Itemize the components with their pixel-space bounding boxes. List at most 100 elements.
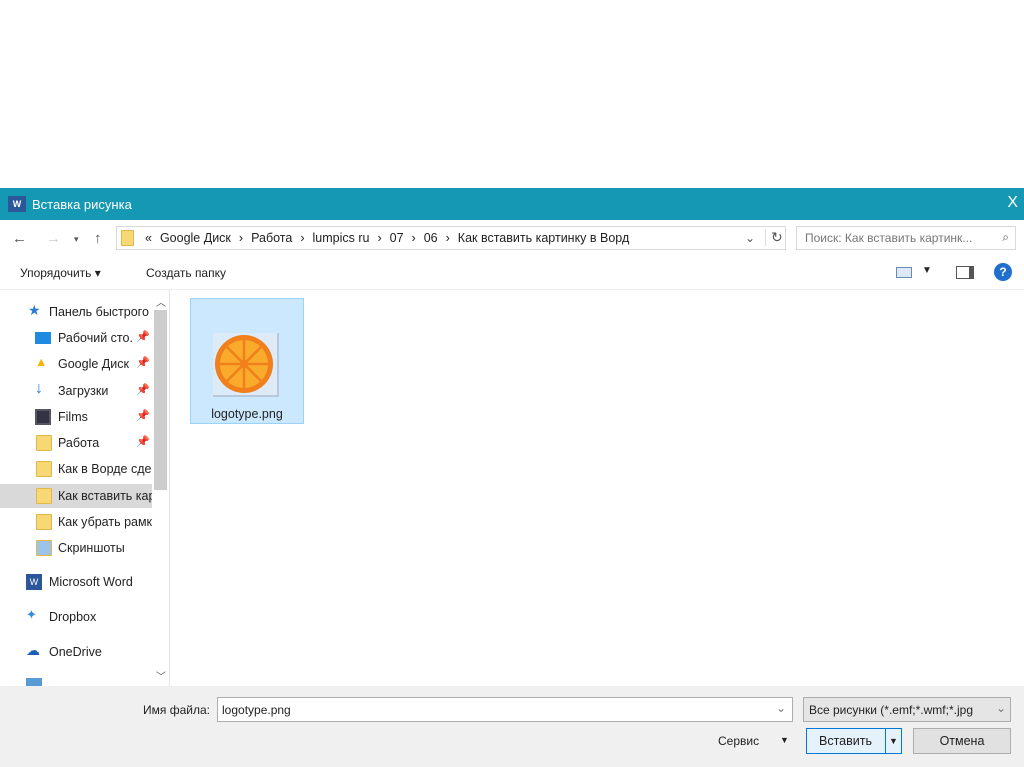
nav-item-desktop[interactable]: Рабочий сто. 📌 [0, 326, 152, 350]
breadcrumb: « Google Диск › Работа › lumpics ru › 07 › 06 › Как… [145, 231, 637, 245]
pictures-folder-icon [36, 540, 52, 556]
nav-item-quick-access[interactable]: ★ Панель быстрого [0, 300, 152, 324]
folder-icon [36, 461, 52, 477]
nav-item-screenshots[interactable]: Скриншоты [0, 536, 152, 560]
nav-item-folder-selected[interactable]: Как вставить кар [0, 484, 152, 508]
breadcrumb-sep[interactable]: › [300, 231, 304, 245]
word-icon: W [8, 196, 26, 212]
star-icon: ★ [28, 302, 41, 318]
film-icon [35, 409, 51, 425]
chevron-down-icon: ⌄ [995, 701, 1006, 715]
back-icon[interactable]: ← [12, 230, 27, 247]
forward-icon[interactable]: → [46, 230, 61, 247]
pin-icon[interactable]: 📌 [136, 435, 150, 448]
file-type-select[interactable]: Все рисунки (*.emf;*.wmf;*.jpg ⌄ [803, 697, 1011, 722]
cancel-button[interactable]: Отмена [913, 728, 1011, 754]
title-bar: Вставка рисунка X [0, 188, 1024, 220]
filename-label: Имя файла: [143, 703, 210, 717]
computer-icon [26, 678, 42, 686]
insert-button[interactable]: Вставить ▼ [806, 728, 902, 754]
search-placeholder: Поиск: Как вставить картинк... [805, 231, 973, 245]
nav-label: Microsoft Word [49, 575, 133, 589]
pin-icon[interactable]: 📌 [136, 409, 150, 422]
navigation-pane: ★ Панель быстрого Рабочий сто. 📌 ▲ Google Д… [0, 290, 170, 686]
refresh-icon[interactable]: ↻ [765, 229, 783, 246]
file-type-value: Все рисунки (*.emf;*.wmf;*.jpg [809, 703, 973, 717]
tools-dropdown-icon[interactable]: ▼ [780, 735, 789, 745]
recent-dropdown-icon[interactable]: ▾ [74, 234, 79, 245]
scrollbar-thumb[interactable] [154, 310, 167, 490]
nav-label: Загрузки [58, 384, 109, 398]
bottom-panel: Имя файла: logotype.png ⌄ Все рисунки (*… [0, 686, 1024, 767]
breadcrumb-overflow[interactable]: « [145, 231, 152, 245]
view-icon[interactable] [896, 267, 912, 278]
nav-item-rabota[interactable]: Работа 📌 [0, 431, 152, 455]
insert-dropdown-icon[interactable]: ▼ [885, 729, 901, 753]
nav-label: Как в Ворде сде [58, 462, 152, 476]
nav-label: Как вставить кар [58, 489, 152, 503]
desktop-icon [35, 332, 51, 344]
search-input[interactable]: Поиск: Как вставить картинк... ⌕ [796, 226, 1016, 250]
pin-icon[interactable]: 📌 [136, 383, 150, 396]
nav-item-folder[interactable]: Как в Ворде сде [0, 457, 152, 481]
nav-item-dropbox[interactable]: ✦ Dropbox [0, 605, 152, 629]
organize-button[interactable]: Упорядочить ▾ [20, 266, 101, 280]
nav-label: Dropbox [49, 610, 97, 624]
nav-item-google-drive[interactable]: ▲ Google Диск 📌 [0, 352, 152, 376]
window-title: Вставка рисунка [32, 197, 132, 212]
file-name: logotype.png [211, 407, 283, 421]
nav-item-microsoft-word[interactable]: W Microsoft Word [0, 570, 152, 594]
file-item[interactable]: logotype.png [190, 298, 304, 424]
thumbnail [213, 333, 279, 397]
chevron-down-icon[interactable]: ⌄ [776, 701, 786, 715]
address-input[interactable]: « Google Диск › Работа › lumpics ru › 07 › 06 › Как… [116, 226, 786, 250]
filename-value: logotype.png [222, 703, 291, 717]
filename-input[interactable]: logotype.png ⌄ [217, 697, 793, 722]
chevron-down-icon[interactable]: ⌄ [745, 231, 755, 245]
breadcrumb-item[interactable]: Работа [251, 231, 292, 245]
folder-icon [36, 435, 52, 451]
tools-button[interactable]: Сервис [718, 734, 759, 748]
scroll-down-icon[interactable]: ﹀ [156, 668, 166, 683]
nav-item-folder[interactable]: Как убрать рамк [0, 510, 152, 534]
folder-icon [121, 230, 134, 246]
folder-icon [36, 514, 52, 530]
breadcrumb-sep[interactable]: › [446, 231, 450, 245]
nav-label: Films [58, 410, 88, 424]
dropbox-icon: ✦ [26, 607, 37, 622]
search-icon: ⌕ [1002, 230, 1009, 244]
breadcrumb-sep[interactable]: › [412, 231, 416, 245]
breadcrumb-sep[interactable]: › [239, 231, 243, 245]
nav-label: Рабочий сто. [58, 331, 133, 345]
breadcrumb-item[interactable]: lumpics ru [313, 231, 370, 245]
help-icon[interactable]: ? [994, 263, 1012, 281]
breadcrumb-sep[interactable]: › [377, 231, 381, 245]
breadcrumb-item[interactable]: 06 [424, 231, 438, 245]
up-icon[interactable]: ↑ [94, 230, 102, 247]
nav-label: Скриншоты [58, 541, 125, 555]
nav-label: Работа [58, 436, 100, 450]
nav-item-downloads[interactable]: ↓ Загрузки 📌 [0, 379, 152, 403]
word-icon: W [26, 574, 42, 590]
google-drive-icon: ▲ [35, 355, 48, 369]
scroll-up-icon[interactable]: ︿ [156, 294, 166, 309]
view-dropdown-icon[interactable]: ▼ [922, 265, 932, 276]
new-folder-button[interactable]: Создать папку [146, 266, 226, 280]
insert-label: Вставить [819, 734, 872, 748]
breadcrumb-item[interactable]: Google Диск [160, 231, 231, 245]
download-icon: ↓ [35, 380, 43, 397]
breadcrumb-item[interactable]: 07 [390, 231, 404, 245]
pin-icon[interactable]: 📌 [136, 330, 150, 343]
nav-label: Как убрать рамк [58, 515, 152, 529]
breadcrumb-item[interactable]: Как вставить картинку в Ворд [458, 231, 629, 245]
address-bar-row: ← → ▾ ↑ « Google Диск › Работа › lumpics ru › 0… [0, 220, 1024, 256]
nav-label: Панель быстрого [49, 305, 149, 319]
onedrive-icon: ☁ [26, 642, 40, 658]
nav-item-onedrive[interactable]: ☁ OneDrive [0, 640, 152, 664]
pin-icon[interactable]: 📌 [136, 356, 150, 369]
nav-item-films[interactable]: Films 📌 [0, 405, 152, 429]
nav-label: OneDrive [49, 645, 102, 659]
close-button[interactable]: X [1007, 194, 1018, 212]
folder-icon [36, 488, 52, 504]
preview-pane-icon[interactable] [956, 266, 974, 279]
